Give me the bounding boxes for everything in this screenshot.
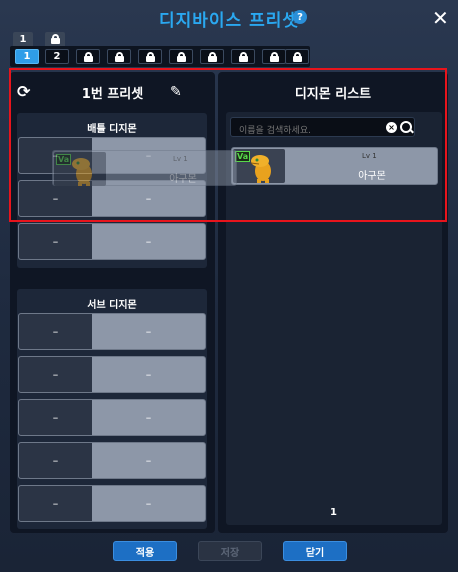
preset-tab-1[interactable]: 1 <box>15 49 39 64</box>
slot-empty-left: – <box>19 357 92 392</box>
digimon-portrait: Va <box>233 149 285 183</box>
slot-empty-left: – <box>19 486 92 521</box>
dialog-title: 디지바이스 프리셋 <box>158 11 300 31</box>
battle-section-title: 배틀 디지몬 <box>87 124 137 135</box>
sub-slot-1[interactable]: – – <box>18 313 206 350</box>
save-button[interactable]: 저장 <box>198 541 262 561</box>
slot-empty-right: – <box>145 192 152 205</box>
preset-tab-locked[interactable] <box>169 49 193 64</box>
digimon-portrait: Va <box>54 152 106 186</box>
slot-empty-right: – <box>145 411 152 424</box>
refresh-icon[interactable]: ⟳ <box>17 82 30 101</box>
preset-tab-locked[interactable] <box>231 49 255 64</box>
lock-icon <box>238 51 248 62</box>
digimon-name: 아구몬 <box>358 171 386 182</box>
lock-icon <box>83 51 93 62</box>
help-icon[interactable]: ? <box>293 10 307 24</box>
lock-icon <box>292 51 302 62</box>
slot-empty-left: – <box>19 443 92 478</box>
slot-empty-left: – <box>19 224 92 259</box>
lock-icon <box>207 51 217 62</box>
search-box: × <box>230 117 415 140</box>
apply-button[interactable]: 적용 <box>113 541 177 561</box>
search-input[interactable] <box>231 122 381 140</box>
preset-tab-locked[interactable] <box>107 49 131 64</box>
preset-tab-locked[interactable] <box>138 49 162 64</box>
slot-empty-left: – <box>19 314 92 349</box>
edit-icon[interactable]: ✎ <box>170 84 182 100</box>
agumon-portrait-icon <box>72 158 92 186</box>
slot-empty-right: – <box>145 454 152 467</box>
clear-icon[interactable]: × <box>386 122 397 133</box>
sub-slot-3[interactable]: – – <box>18 399 206 436</box>
slot-empty-right: – <box>145 235 152 248</box>
slot-empty-right: – <box>145 497 152 510</box>
slot-empty-left: – <box>19 400 92 435</box>
sub-slot-4[interactable]: – – <box>18 442 206 479</box>
preset-tab-locked[interactable] <box>262 49 286 64</box>
lock-icon <box>145 51 155 62</box>
preset-tab-2[interactable]: 2 <box>45 49 69 64</box>
digimon-level: Lv 1 <box>362 152 377 160</box>
sub-section-title: 서브 디지몬 <box>87 300 137 311</box>
sub-slot-5[interactable]: – – <box>18 485 206 522</box>
tab-page-locked[interactable] <box>45 32 65 46</box>
battle-slot-3[interactable]: – – <box>18 223 206 260</box>
digimon-list-item[interactable]: Va Lv 1 아구몬 <box>231 147 438 185</box>
slot-empty-left: – <box>19 181 92 216</box>
preset-tab-locked[interactable] <box>200 49 224 64</box>
page-number: 1 <box>330 507 337 518</box>
agumon-portrait-icon <box>250 155 271 183</box>
preset-tab-locked[interactable] <box>285 49 309 64</box>
dragged-digimon-ghost: Va Lv 1 아구몬 <box>52 150 237 186</box>
close-button[interactable]: 닫기 <box>283 541 347 561</box>
sub-slot-2[interactable]: – – <box>18 356 206 393</box>
search-icon[interactable] <box>399 120 414 135</box>
lock-icon <box>114 51 124 62</box>
digimon-level: Lv 1 <box>173 155 188 163</box>
digimon-name: 아구몬 <box>169 174 197 185</box>
slot-empty-right: – <box>145 325 152 338</box>
lock-icon <box>269 51 279 62</box>
lock-icon <box>176 51 186 62</box>
lock-icon <box>50 34 60 44</box>
close-icon[interactable]: ✕ <box>432 6 449 30</box>
preset-tab-locked[interactable] <box>76 49 100 64</box>
tab-page-1[interactable]: 1 <box>13 32 33 46</box>
slot-empty-right: – <box>145 368 152 381</box>
digimon-list-title: 디지몬 리스트 <box>294 87 372 102</box>
